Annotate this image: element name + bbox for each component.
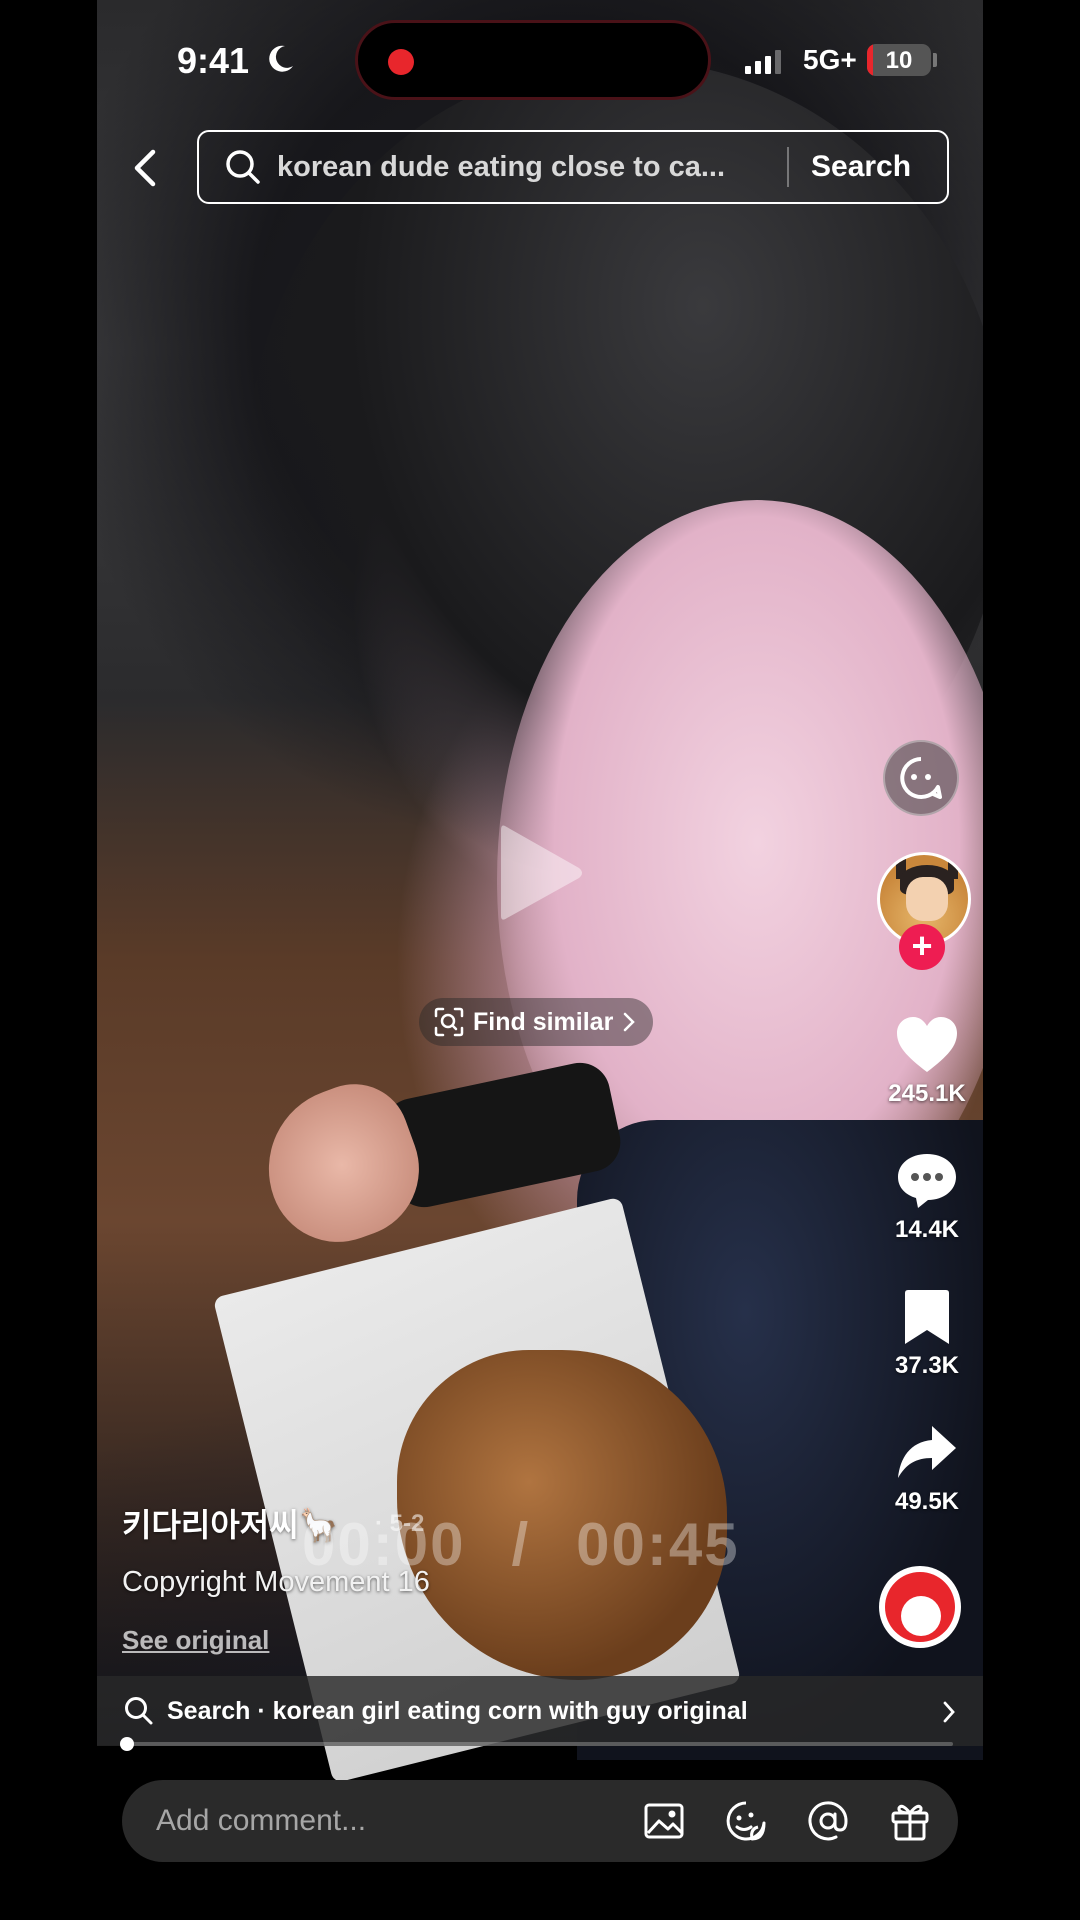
comment-bubble-icon [898, 1154, 956, 1208]
status-time: 9:41 [177, 40, 250, 81]
do-not-disturb-moon-icon [267, 44, 295, 82]
bookmark-button[interactable]: 37.3K [867, 1286, 983, 1380]
find-similar-label: Find similar [473, 1007, 614, 1036]
search-divider [787, 147, 789, 187]
related-search-banner[interactable]: Search · korean girl eating corn with gu… [97, 1676, 983, 1746]
find-similar-button[interactable]: Find similar [419, 998, 654, 1046]
total-time: 00:45 [576, 1511, 740, 1578]
heart-icon [897, 1017, 957, 1072]
mention-icon[interactable] [806, 1799, 850, 1843]
cellular-signal-icon [745, 50, 781, 74]
sticker-icon[interactable] [724, 1799, 768, 1843]
bookmark-count: 37.3K [894, 1352, 960, 1379]
see-original-link[interactable]: See original [122, 1625, 269, 1656]
video-screen[interactable]: 9:41 5G+ 10 korean dude eating close to … [97, 0, 983, 1920]
music-disc-center [901, 1596, 941, 1636]
chevron-right-icon [624, 1012, 636, 1032]
chevron-right-icon [943, 1701, 955, 1723]
comment-bar[interactable]: Add comment... [122, 1780, 958, 1862]
ai-assistant-button[interactable] [883, 740, 959, 816]
comment-input[interactable]: Add comment... [156, 1804, 642, 1838]
related-search-text: Search · korean girl eating corn with gu… [167, 1696, 748, 1725]
image-icon[interactable] [642, 1799, 686, 1843]
search-button[interactable]: Search [811, 150, 911, 184]
share-button[interactable]: 49.5K [867, 1422, 983, 1516]
like-button[interactable]: 245.1K [867, 1014, 983, 1108]
like-count: 245.1K [888, 1080, 966, 1107]
search-icon [125, 1697, 153, 1725]
search-bar[interactable]: korean dude eating close to ca... Search [197, 130, 949, 204]
search-query[interactable]: korean dude eating close to ca... [277, 151, 777, 184]
post-caption: Copyright Movement 16 [122, 1566, 430, 1598]
dynamic-island [355, 20, 711, 100]
comment-button[interactable]: 14.4K [867, 1150, 983, 1244]
battery-percent: 10 [885, 47, 913, 74]
bookmark-icon [905, 1290, 949, 1344]
play-icon[interactable] [495, 818, 585, 928]
search-icon [226, 150, 260, 184]
comment-count: 14.4K [894, 1216, 960, 1243]
video-progress-bar[interactable] [127, 1742, 953, 1746]
share-count: 49.5K [894, 1488, 960, 1515]
music-disc-icon[interactable] [879, 1566, 961, 1648]
time-separator: / [511, 1511, 531, 1578]
visual-search-icon [434, 1007, 464, 1037]
gift-icon[interactable] [888, 1799, 932, 1843]
battery-tip [933, 53, 937, 67]
back-chevron-icon[interactable] [125, 146, 169, 190]
progress-scrubber-handle[interactable] [120, 1737, 134, 1751]
battery-indicator: 10 [867, 44, 931, 76]
recording-indicator-icon [388, 49, 414, 75]
network-type: 5G+ [803, 44, 857, 75]
share-arrow-icon [898, 1426, 956, 1478]
follow-button[interactable]: + [899, 924, 945, 970]
ai-face-icon [900, 757, 942, 799]
avatar-face [906, 877, 948, 921]
